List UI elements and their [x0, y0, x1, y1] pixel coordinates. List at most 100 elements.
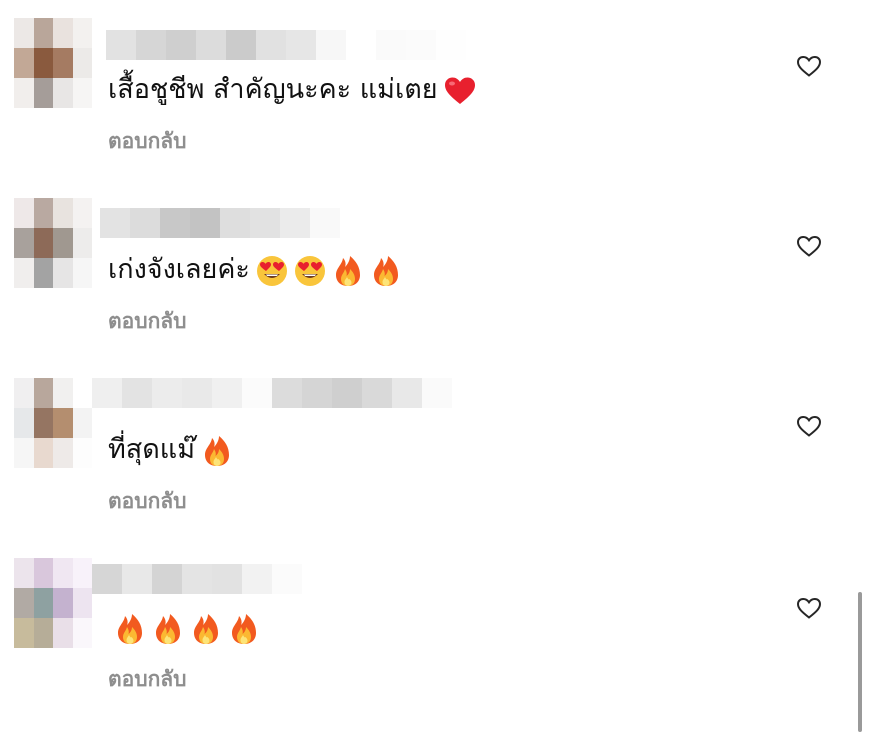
emoji-group [438, 74, 476, 105]
username[interactable] [106, 30, 466, 60]
avatar-pixel [72, 18, 92, 48]
avatar-pixel [72, 588, 92, 618]
avatar-pixel [14, 228, 34, 258]
username-pixel [256, 30, 286, 60]
username-pixel [286, 30, 316, 60]
username-pixel [242, 378, 272, 408]
username-pixel [190, 208, 220, 238]
scrollbar[interactable] [858, 592, 862, 732]
avatar-pixel [14, 378, 34, 408]
avatar-pixel [72, 258, 92, 288]
username[interactable] [92, 378, 452, 408]
comment-text-content: เสื้อชูชีพ สำคัญนะคะ แม่เตย [108, 74, 438, 105]
avatar-pixel [33, 78, 53, 108]
comment-text [108, 612, 260, 645]
avatar-pixel [72, 558, 92, 588]
avatar-pixel [53, 408, 73, 438]
username-pixel [212, 378, 242, 408]
avatar[interactable] [14, 198, 92, 288]
username-pixel [160, 208, 190, 238]
reply-button[interactable]: ตอบกลับ [108, 663, 187, 696]
username-pixel [280, 208, 310, 238]
username[interactable] [100, 208, 370, 238]
username-pixel [310, 208, 340, 238]
comment-text: เสื้อชูชีพ สำคัญนะคะ แม่เตย [108, 74, 476, 107]
avatar-pixel [72, 408, 92, 438]
heart-icon[interactable] [796, 54, 822, 78]
heart-icon[interactable] [796, 234, 822, 258]
avatar-pixel [53, 588, 73, 618]
avatar[interactable] [14, 378, 92, 468]
avatar-pixel [14, 198, 34, 228]
comment-text-content: ที่สุดแม๊ [108, 434, 196, 465]
heart-icon[interactable] [796, 596, 822, 620]
avatar-pixel [33, 228, 53, 258]
avatar-pixel [14, 618, 34, 648]
fire-icon [156, 613, 180, 644]
avatar-pixel [53, 78, 73, 108]
username-pixel [182, 378, 212, 408]
username-pixel [406, 30, 436, 60]
heart-icon[interactable] [796, 414, 822, 438]
avatar-pixel [14, 78, 34, 108]
fire-icon [373, 255, 398, 286]
reply-button[interactable]: ตอบกลับ [108, 305, 187, 338]
avatar-pixel [33, 198, 53, 228]
heart-eyes-icon [294, 255, 325, 286]
avatar-pixel [33, 378, 53, 408]
comment-text: ที่สุดแม๊ [108, 434, 233, 467]
avatar-pixel [33, 438, 53, 468]
avatar-pixel [14, 588, 34, 618]
avatar-pixel [33, 18, 53, 48]
avatar-pixel [33, 618, 53, 648]
avatar-pixel [72, 48, 92, 78]
avatar-pixel [33, 408, 53, 438]
avatar-pixel [72, 78, 92, 108]
username-pixel [362, 378, 392, 408]
username-pixel [220, 208, 250, 238]
username-pixel [302, 378, 332, 408]
username-pixel [346, 30, 376, 60]
reply-button[interactable]: ตอบกลับ [108, 485, 187, 518]
fire-icon [194, 613, 218, 644]
username-pixel [272, 378, 302, 408]
avatar[interactable] [14, 558, 92, 648]
username-pixel [316, 30, 346, 60]
avatar-pixel [53, 618, 73, 648]
username-pixel [422, 378, 452, 408]
avatar-pixel [33, 588, 53, 618]
username-pixel [436, 30, 466, 60]
username-pixel [130, 208, 160, 238]
fire-icon [335, 255, 360, 286]
avatar-pixel [72, 438, 92, 468]
avatar-pixel [53, 48, 73, 78]
avatar[interactable] [14, 18, 92, 108]
avatar-pixel [14, 48, 34, 78]
username-pixel [92, 378, 122, 408]
username-pixel [166, 30, 196, 60]
reply-button[interactable]: ตอบกลับ [108, 125, 187, 158]
fire-icon [232, 613, 256, 644]
fire-icon [118, 613, 142, 644]
avatar-pixel [53, 18, 73, 48]
username-pixel [122, 564, 152, 594]
username-pixel [332, 378, 362, 408]
username-pixel [272, 564, 302, 594]
avatar-pixel [53, 258, 73, 288]
comment-text-content: เก่งจังเลยค่ะ [108, 254, 250, 285]
heart-eyes-icon [256, 255, 287, 286]
username-pixel [340, 208, 370, 238]
username[interactable] [92, 564, 302, 594]
username-pixel [92, 564, 122, 594]
avatar-pixel [33, 558, 53, 588]
comment-text: เก่งจังเลยค่ะ [108, 254, 402, 287]
emoji-group [195, 434, 233, 466]
emoji-group [250, 254, 402, 286]
red-heart-icon [444, 77, 475, 104]
avatar-pixel [33, 258, 53, 288]
username-pixel [392, 378, 422, 408]
username-pixel [122, 378, 152, 408]
avatar-pixel [72, 198, 92, 228]
avatar-pixel [14, 258, 34, 288]
avatar-pixel [33, 48, 53, 78]
